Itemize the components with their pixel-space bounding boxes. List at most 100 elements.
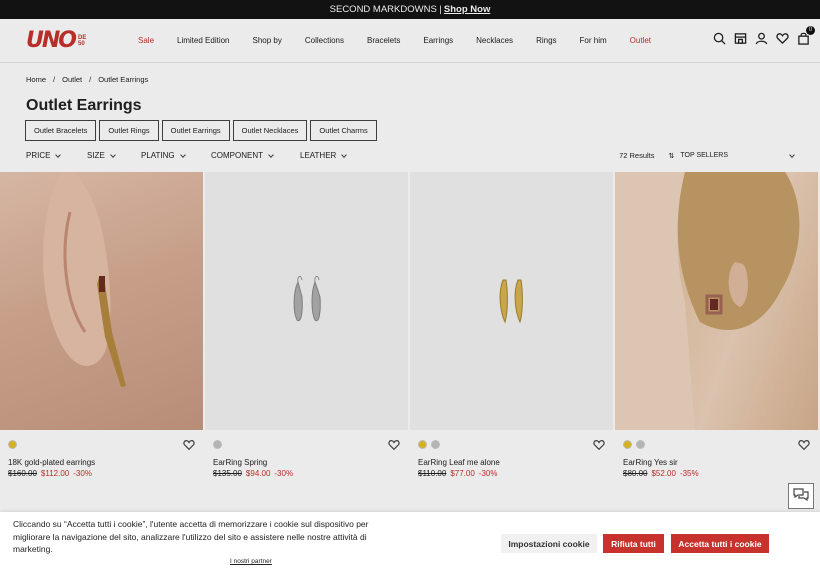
logo-mark: UNO — [26, 28, 77, 53]
shop-now-link[interactable]: Shop Now — [444, 4, 490, 15]
logo[interactable]: UNO DE50 — [26, 28, 138, 53]
swatch-silver[interactable] — [636, 440, 645, 449]
filter-label: COMPONENT — [211, 151, 263, 160]
swatch-gold[interactable] — [8, 440, 17, 449]
search-icon[interactable] — [713, 32, 726, 50]
product-name[interactable]: EarRing Yes sir — [623, 458, 678, 467]
sale-price: $52.00 — [651, 469, 676, 478]
chip-outlet-necklaces[interactable]: Outlet Necklaces — [232, 120, 308, 141]
breadcrumb-current: Outlet Earrings — [98, 75, 149, 84]
filter-price[interactable]: PRICE — [26, 151, 87, 160]
cookie-settings-button[interactable]: Impostazioni cookie — [501, 534, 597, 553]
wishlist-icon[interactable] — [776, 32, 789, 50]
sale-price: $94.00 — [245, 469, 271, 478]
product-grid: 18K gold-plated earrings $160.00 $112.00… — [0, 172, 820, 478]
nav-item-for-him[interactable]: For him — [580, 36, 607, 45]
category-chips: Outlet Bracelets Outlet Rings Outlet Ear… — [25, 120, 377, 141]
sale-price: $112.00 — [40, 469, 70, 478]
heart-icon[interactable] — [388, 438, 400, 451]
nav-item-limited-edition[interactable]: Limited Edition — [177, 36, 229, 45]
product-name[interactable]: EarRing Spring — [213, 458, 267, 467]
account-icon[interactable] — [755, 32, 768, 50]
nav-item-collections[interactable]: Collections — [305, 36, 344, 45]
breadcrumb-outlet[interactable]: Outlet — [62, 75, 82, 84]
promo-banner: SECOND MARKDOWNS | Shop Now — [0, 0, 820, 19]
color-swatches — [213, 440, 222, 449]
page-title: Outlet Earrings — [26, 97, 142, 114]
heart-icon[interactable] — [593, 438, 605, 451]
promo-text: SECOND MARKDOWNS | — [329, 4, 442, 15]
chat-icon — [793, 487, 809, 506]
color-swatches — [623, 440, 645, 449]
chip-outlet-rings[interactable]: Outlet Rings — [99, 120, 159, 141]
product-price: $160.00 $112.00 -30% — [8, 469, 92, 478]
bag-icon[interactable]: 0 — [797, 25, 815, 50]
old-price: $135.00 — [213, 469, 242, 478]
filter-component[interactable]: COMPONENT — [211, 151, 300, 160]
nav-item-earrings[interactable]: Earrings — [423, 36, 453, 45]
sale-price: $77.00 — [450, 469, 475, 478]
nav-item-bracelets[interactable]: Bracelets — [367, 36, 400, 45]
cookie-banner: Cliccando su “Accetta tutti i cookie”, l… — [0, 512, 820, 577]
color-swatches — [418, 440, 440, 449]
chip-outlet-earrings[interactable]: Outlet Earrings — [161, 120, 230, 141]
sort-label: TOP SELLERS — [680, 152, 728, 159]
discount-badge: -35% — [679, 469, 699, 478]
filter-label: PLATING — [141, 151, 175, 160]
chip-outlet-bracelets[interactable]: Outlet Bracelets — [25, 120, 97, 141]
nav-item-necklaces[interactable]: Necklaces — [476, 36, 513, 45]
product-image[interactable] — [615, 172, 818, 430]
filter-leather[interactable]: LEATHER — [300, 151, 348, 160]
old-price: $160.00 — [8, 469, 37, 478]
store-icon[interactable] — [734, 32, 747, 50]
discount-badge: -30% — [274, 469, 294, 478]
breadcrumb-home[interactable]: Home — [26, 75, 46, 84]
swatch-gold[interactable] — [418, 440, 427, 449]
product-image[interactable] — [205, 172, 408, 430]
cookie-message: Cliccando su “Accetta tutti i cookie”, l… — [13, 519, 369, 554]
chevron-down-icon — [268, 151, 274, 158]
nav-item-sale[interactable]: Sale — [138, 36, 154, 45]
site-header: UNO DE50 Sale Limited Edition Shop by Co… — [0, 19, 820, 63]
reject-all-button[interactable]: Rifiuta tutti — [603, 534, 664, 553]
product-price: $110.00 $77.00 -30% — [418, 469, 497, 478]
main-nav: Sale Limited Edition Shop by Collections… — [138, 36, 713, 45]
product-image[interactable] — [410, 172, 613, 430]
old-price: $80.00 — [623, 469, 648, 478]
accept-all-button[interactable]: Accetta tutti i cookie — [671, 534, 769, 553]
results-count: 72 Results — [619, 151, 655, 160]
filter-bar: PRICE SIZE PLATING COMPONENT LEATHER 72 … — [26, 151, 795, 160]
product-card[interactable]: EarRing Leaf me alone $110.00 $77.00 -30… — [410, 172, 613, 478]
bag-count-badge: 0 — [806, 25, 815, 35]
filter-plating[interactable]: PLATING — [141, 151, 211, 160]
swatch-silver[interactable] — [213, 440, 222, 449]
color-swatches — [8, 440, 17, 449]
product-image[interactable] — [0, 172, 203, 430]
chevron-down-icon — [55, 151, 62, 158]
product-card[interactable]: EarRing Yes sir $80.00 $52.00 -35% — [615, 172, 818, 478]
old-price: $110.00 — [418, 469, 447, 478]
product-price: $80.00 $52.00 -35% — [623, 469, 699, 478]
product-name[interactable]: EarRing Leaf me alone — [418, 458, 500, 467]
product-card[interactable]: EarRing Spring $135.00 $94.00 -30% — [205, 172, 408, 478]
swatch-silver[interactable] — [431, 440, 440, 449]
product-card[interactable]: 18K gold-plated earrings $160.00 $112.00… — [0, 172, 203, 478]
nav-item-shop-by[interactable]: Shop by — [253, 36, 282, 45]
nav-item-rings[interactable]: Rings — [536, 36, 556, 45]
partners-link[interactable]: I nostri partner — [230, 558, 272, 565]
heart-icon[interactable] — [183, 438, 195, 451]
chat-button[interactable] — [788, 483, 814, 509]
sort-icon: ⇅ — [668, 152, 675, 160]
swatch-gold[interactable] — [623, 440, 632, 449]
chevron-down-icon — [341, 151, 348, 158]
chevron-down-icon — [109, 151, 116, 158]
chevron-down-icon — [179, 151, 186, 158]
filter-size[interactable]: SIZE — [87, 151, 141, 160]
chip-outlet-charms[interactable]: Outlet Charms — [310, 120, 377, 141]
chevron-down-icon — [789, 151, 795, 158]
breadcrumb-separator: / — [89, 75, 92, 84]
product-name[interactable]: 18K gold-plated earrings — [8, 458, 95, 467]
nav-item-outlet[interactable]: Outlet — [630, 36, 651, 45]
sort-dropdown[interactable]: ⇅ TOP SELLERS — [668, 151, 795, 160]
heart-icon[interactable] — [798, 438, 810, 451]
